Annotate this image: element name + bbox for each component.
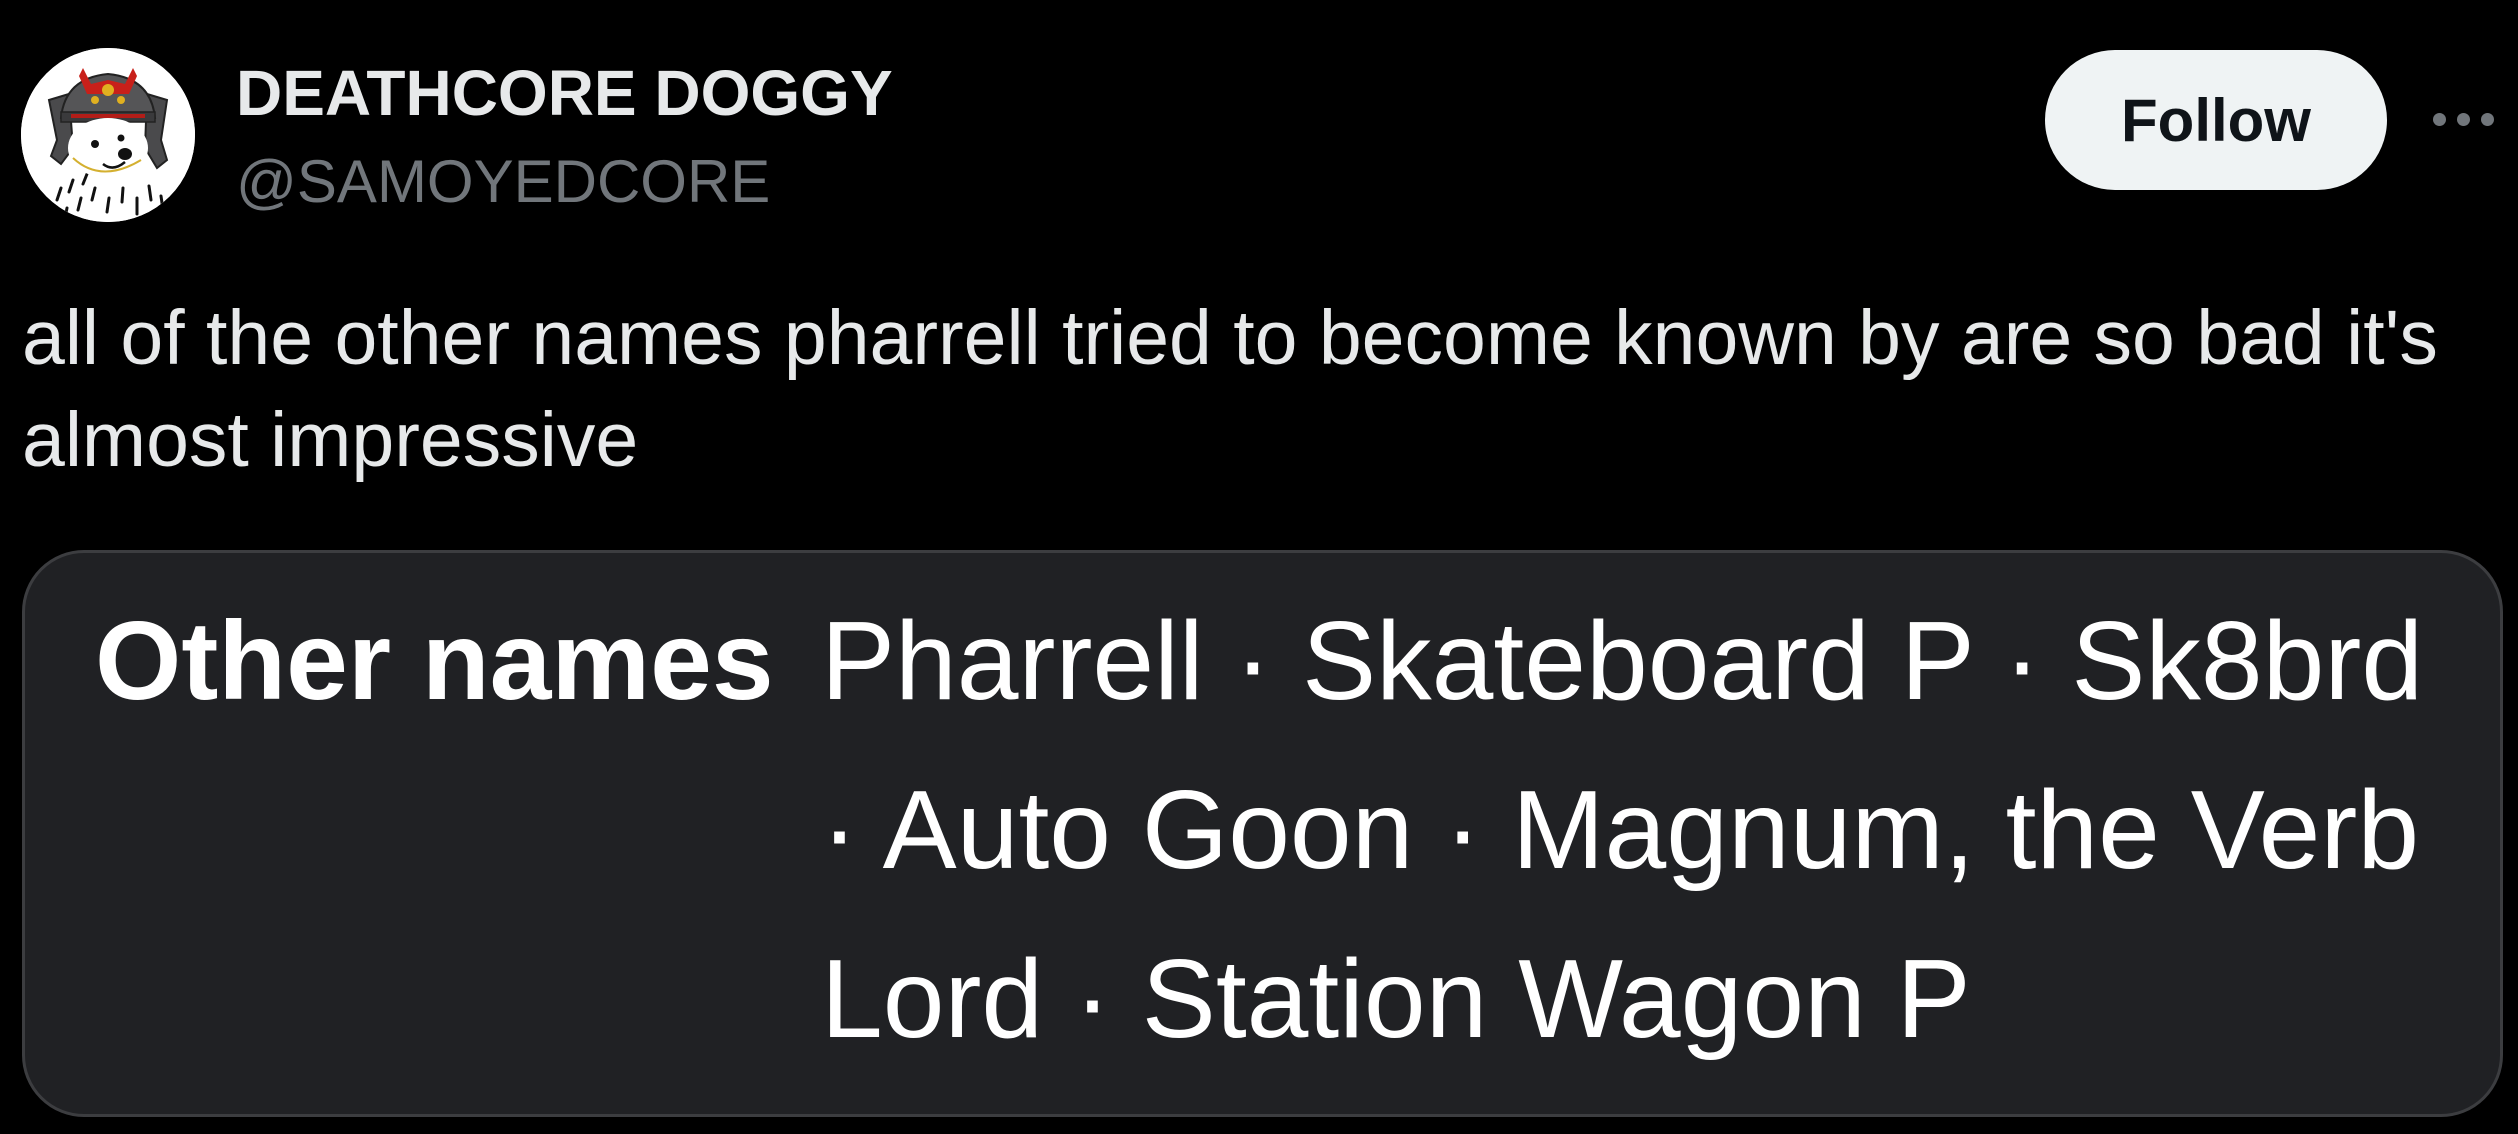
post-text: all of the other names pharrell tried to…	[22, 295, 2438, 483]
other-names-label: Other names	[95, 599, 774, 723]
author-handle[interactable]: @SAMOYEDCORE	[236, 152, 770, 212]
other-names-line: · Auto Goon · Magnum, the Verb	[821, 768, 2420, 892]
other-names-values: Pharrell · Skateboard P · Sk8brd · Auto …	[821, 577, 2423, 1084]
avatar[interactable]	[21, 48, 195, 222]
follow-button[interactable]: Follow	[2045, 50, 2387, 190]
more-options-button[interactable]	[2424, 100, 2504, 140]
other-names-line: Pharrell · Skateboard P · Sk8brd	[821, 599, 2424, 723]
samoyed-samurai-avatar-icon	[21, 48, 195, 222]
follow-button-label: Follow	[2121, 86, 2311, 154]
other-names-line: Lord · Station Wagon P	[821, 937, 1971, 1061]
embedded-image-card[interactable]: Other names Pharrell · Skateboard P · Sk…	[22, 550, 2503, 1117]
author-display-name[interactable]: DEATHCORE DOGGY	[236, 61, 893, 125]
